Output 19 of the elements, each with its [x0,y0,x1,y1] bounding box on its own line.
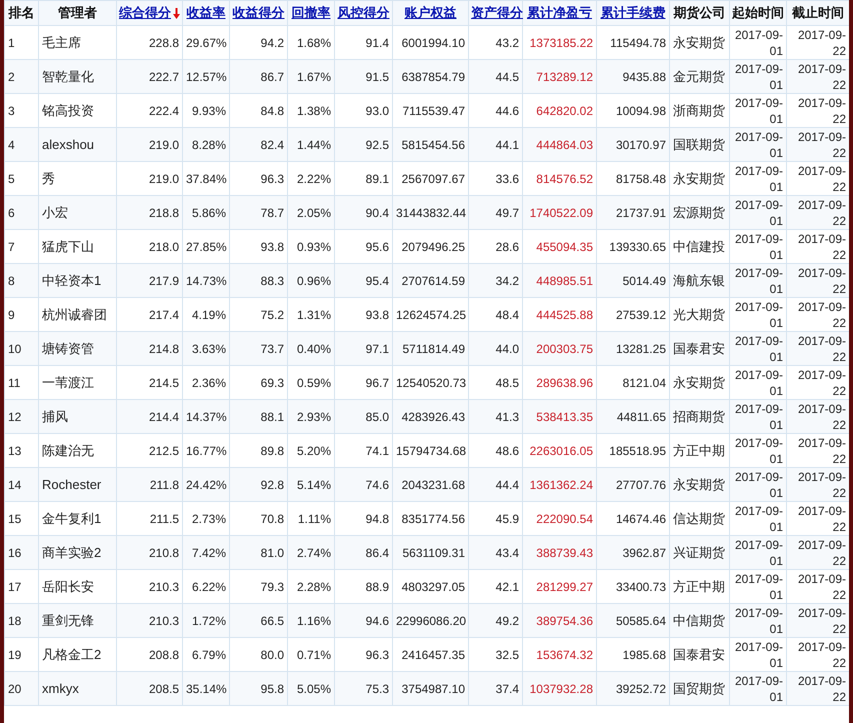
column-header: 期货公司 [674,4,726,22]
column-header: 管理者 [58,4,97,22]
score-cell: 95.8 [230,672,288,706]
rate-cell: 35.14% [182,672,230,706]
score-cell: 37.4 [468,672,522,706]
column-header: 排名 [8,4,34,22]
amount-cell: 3754987.10 [392,672,468,706]
score-cell: 208.5 [116,672,182,706]
amount-cell: 1037932.28 [522,672,596,706]
rate-cell: 5.05% [288,672,334,706]
date-cell: 2017-09-01 [730,672,786,706]
rank-cell: 20 [4,672,38,706]
sort-arrow-icon [173,8,180,18]
amount-cell: 39252.72 [596,672,670,706]
manager-cell: xmkyx [38,672,116,706]
score-cell: 75.3 [334,672,392,706]
column-header: 起始时间 [732,4,784,22]
broker-cell: 国贸期货 [670,672,730,706]
column-header: 截止时间 [792,4,844,22]
